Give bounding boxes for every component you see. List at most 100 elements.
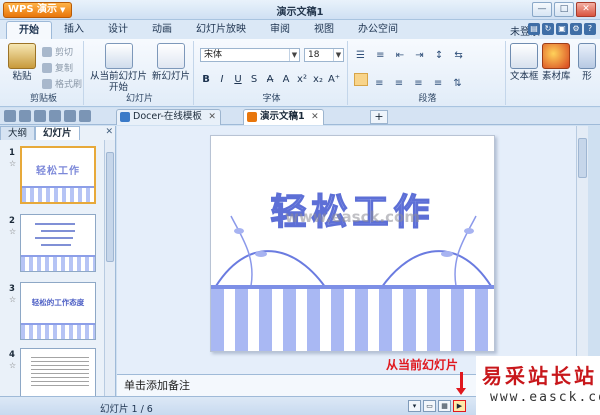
annotation-label: 从当前幻灯片 [386, 358, 459, 372]
scroll-thumb[interactable] [578, 138, 587, 178]
help-icon[interactable]: ? [584, 23, 596, 35]
font-group-label: 字体 [262, 94, 281, 104]
clipboard-group-label: 剪贴板 [29, 94, 57, 104]
close-button[interactable]: ✕ [576, 2, 596, 17]
bold-button[interactable]: B [198, 74, 214, 85]
preview-icon[interactable] [49, 110, 61, 122]
close-tab-icon[interactable]: ✕ [311, 110, 319, 124]
scissors-icon [42, 46, 52, 57]
doc-tab-docer[interactable]: Docer-在线模板 ✕ [116, 109, 221, 125]
minimize-button[interactable]: — [532, 2, 552, 17]
new-tab-button[interactable]: + [370, 110, 388, 124]
format-painter-button[interactable]: 格式刷 [42, 77, 82, 90]
paste-button[interactable]: 粘贴 [8, 43, 36, 82]
tab-insert[interactable]: 插入 [52, 21, 96, 39]
chevron-down-icon: ▼ [289, 49, 299, 61]
list-buttons[interactable]: ☰ ≡ ⇤ ⇥ ↕ ⇆ [356, 50, 467, 61]
play-slide-icon [104, 43, 133, 69]
site-logo: 易采站长站 www.easck.com [476, 356, 600, 415]
tab-office-space[interactable]: 办公空间 [346, 21, 410, 39]
ribbon-panel: 粘贴 剪切 复制 格式刷 剪贴板 从当前幻灯片 开始 新幻灯片 幻灯片 宋体▼ [0, 39, 600, 107]
print-icon[interactable] [34, 110, 46, 122]
copy-button[interactable]: 复制 [42, 61, 73, 74]
redo-icon[interactable] [79, 110, 91, 122]
slides-group: 从当前幻灯片 开始 新幻灯片 幻灯片 [86, 41, 194, 105]
window-title: 演示文稿1 [276, 7, 324, 18]
slide-count: 幻灯片 1 / 6 [100, 404, 153, 415]
cut-button[interactable]: 剪切 [42, 45, 73, 58]
slide-editor: 轻松工作 www.easck.com [117, 126, 588, 374]
underline-button[interactable]: U [230, 74, 246, 85]
tab-slideshow[interactable]: 幻灯片放映 [184, 21, 258, 39]
paste-icon [8, 43, 36, 69]
tab-home[interactable]: 开始 [6, 21, 52, 39]
doc-tab-presentation[interactable]: 演示文稿1 ✕ [243, 109, 324, 125]
undo-icon[interactable] [64, 110, 76, 122]
play-from-current-button[interactable]: 从当前幻灯片 开始 [90, 43, 147, 93]
share-icon[interactable]: ▣ [556, 23, 568, 35]
font-name-select[interactable]: 宋体 ▼ [200, 48, 300, 62]
title-bar: WPS 演示 ▼ 演示文稿1 — □ ✕ [0, 0, 600, 20]
shape-icon [578, 43, 596, 69]
save-icon[interactable] [19, 110, 31, 122]
tab-slides[interactable]: 幻灯片 [35, 126, 80, 140]
quick-access-toolbar [4, 110, 91, 122]
annotation-arrow-head [456, 388, 466, 395]
open-icon[interactable] [4, 110, 16, 122]
tab-animation[interactable]: 动画 [140, 21, 184, 39]
new-slide-icon [157, 43, 185, 69]
stripe-background [211, 285, 494, 351]
new-slide-button[interactable]: 新幻灯片 [152, 43, 190, 82]
textbox-button[interactable]: 文本框 [510, 43, 539, 82]
close-panel-icon[interactable]: ✕ [105, 127, 113, 137]
tab-design[interactable]: 设计 [96, 21, 140, 39]
superscript-button[interactable]: x² [294, 74, 310, 85]
maximize-button[interactable]: □ [554, 2, 574, 17]
skin-icon[interactable]: ▤ [528, 23, 540, 35]
logo-name: 易采站长站 [482, 364, 597, 388]
material-library-button[interactable]: 素材库 [542, 43, 571, 82]
italic-button[interactable]: I [214, 74, 230, 85]
clipboard-group: 粘贴 剪切 复制 格式刷 剪贴板 [4, 41, 84, 105]
slide-thumbnail-3[interactable]: 3 ☆ 轻松的工作态度 [0, 282, 104, 342]
watermark-text: www.easck.com [285, 208, 420, 226]
docer-icon [120, 112, 130, 122]
normal-view-icon[interactable]: ▾ [408, 400, 421, 412]
editor-scrollbar[interactable] [576, 126, 588, 374]
tab-view[interactable]: 视图 [302, 21, 346, 39]
document-tab-bar: Docer-在线模板 ✕ 演示文稿1 ✕ + [0, 108, 600, 125]
insert-group: 文本框 素材库 形 [508, 41, 600, 105]
scroll-thumb[interactable] [106, 152, 114, 262]
textbox-icon [510, 43, 539, 69]
brush-icon [42, 78, 52, 89]
slide-thumbnail-1[interactable]: 1 ☆ 轻松工作 [0, 146, 104, 206]
presentation-icon [247, 112, 257, 122]
alignment-buttons[interactable]: ≡ ≡ ≡ ≡ ⇅ [354, 73, 466, 89]
copy-icon [42, 62, 52, 73]
format-buttons: B I U S A̶ Ax² x₂ A⁺ [198, 74, 342, 85]
align-left-icon[interactable] [354, 73, 368, 86]
shadow-button[interactable]: S [246, 74, 262, 85]
font-size-select[interactable]: 18 ▼ [304, 48, 344, 62]
tab-outline[interactable]: 大纲 [0, 126, 36, 140]
subscript-button[interactable]: x₂ [310, 74, 326, 85]
current-slide[interactable]: 轻松工作 www.easck.com [210, 135, 495, 352]
sync-icon[interactable]: ↻ [542, 23, 554, 35]
material-library-icon [542, 43, 571, 69]
sorter-view-icon[interactable]: ▦ [438, 400, 451, 412]
chevron-down-icon: ▼ [333, 49, 343, 61]
shape-button[interactable]: 形 [578, 43, 596, 82]
logo-url: www.easck.com [490, 390, 600, 405]
font-group: 宋体 ▼ 18 ▼ B I U S A̶ Ax² x₂ A⁺ 字体 [196, 41, 348, 105]
font-color-button[interactable]: A [278, 74, 294, 85]
play-from-current-slide-icon[interactable]: ▶ [453, 400, 466, 412]
slide-thumbnail-2[interactable]: 2 ☆ [0, 214, 104, 274]
slide-panel-scrollbar[interactable] [104, 140, 115, 396]
grow-font-button[interactable]: A⁺ [326, 74, 342, 85]
tab-review[interactable]: 审阅 [258, 21, 302, 39]
close-tab-icon[interactable]: ✕ [208, 110, 216, 124]
settings-icon[interactable]: ⚙ [570, 23, 582, 35]
strikethrough-button[interactable]: A̶ [262, 74, 278, 85]
outline-view-icon[interactable]: ▭ [423, 400, 436, 412]
slides-group-label: 幻灯片 [125, 94, 153, 104]
